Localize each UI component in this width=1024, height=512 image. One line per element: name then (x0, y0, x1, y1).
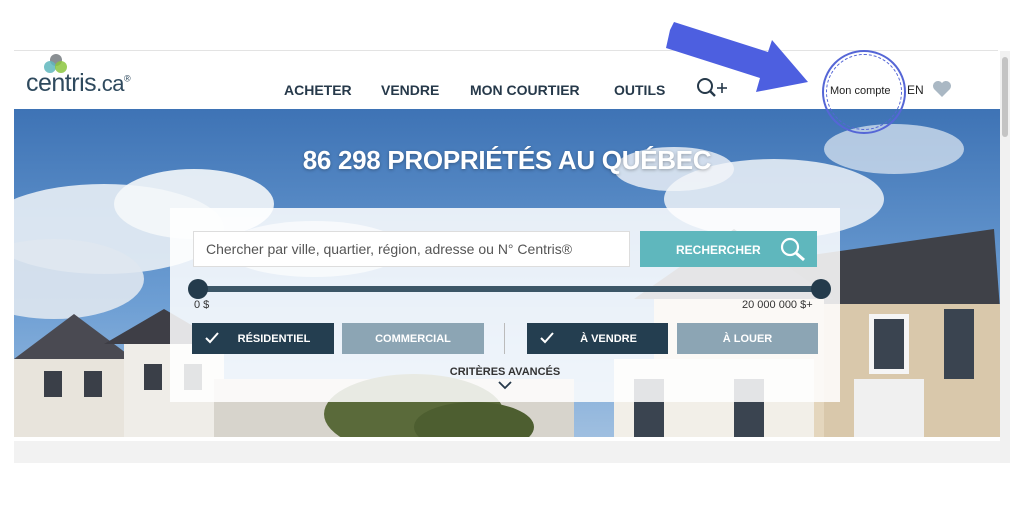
toggle-for-sale-label: À VENDRE (580, 333, 637, 345)
toggle-residential-label: RÉSIDENTIEL (237, 333, 311, 345)
hero-title: 86 298 PROPRIÉTÉS AU QUÉBEC (302, 145, 712, 175)
annotation-circle-inner (826, 54, 902, 130)
advanced-criteria-link[interactable]: CRITÈRES AVANCÉS (170, 366, 840, 378)
nav-vendre[interactable]: VENDRE (381, 82, 439, 98)
toggle-residential[interactable]: RÉSIDENTIEL (192, 323, 334, 354)
logo-text: centris (26, 69, 97, 97)
nav-acheter[interactable]: ACHETER (284, 82, 352, 98)
logo-suffix: .ca (96, 71, 124, 96)
search-icon (780, 237, 805, 262)
price-min-handle[interactable] (188, 279, 208, 299)
nav-outils[interactable]: OUTILS (614, 82, 665, 98)
toggle-for-sale[interactable]: À VENDRE (527, 323, 668, 354)
centris-logo[interactable]: centris.ca® (26, 69, 131, 98)
language-toggle[interactable]: EN (907, 83, 924, 97)
nav-mon-courtier[interactable]: MON COURTIER (470, 82, 580, 98)
filter-divider (504, 323, 505, 354)
toggle-commercial[interactable]: COMMERCIAL (342, 323, 484, 354)
search-button[interactable]: RECHERCHER (640, 231, 817, 267)
annotation-arrow-icon (666, 22, 808, 92)
search-input[interactable]: Chercher par ville, quartier, région, ad… (193, 231, 630, 267)
search-button-label: RECHERCHER (676, 243, 761, 257)
price-min-label: 0 $ (194, 299, 210, 311)
price-max-label: 20 000 000 $+ (742, 299, 813, 311)
heart-icon[interactable] (932, 80, 952, 98)
scrollbar-thumb[interactable] (1002, 57, 1008, 137)
price-range-track[interactable] (198, 286, 821, 292)
toggle-for-rent[interactable]: À LOUER (677, 323, 818, 354)
search-panel: Chercher par ville, quartier, région, ad… (170, 208, 840, 402)
content-strip (14, 441, 1000, 463)
logo-registered-mark: ® (124, 73, 131, 84)
price-max-handle[interactable] (811, 279, 831, 299)
toggle-for-rent-label: À LOUER (722, 333, 773, 345)
toggle-commercial-label: COMMERCIAL (375, 333, 451, 345)
chevron-down-icon[interactable] (498, 380, 512, 390)
page-scrollbar[interactable] (1000, 51, 1010, 463)
